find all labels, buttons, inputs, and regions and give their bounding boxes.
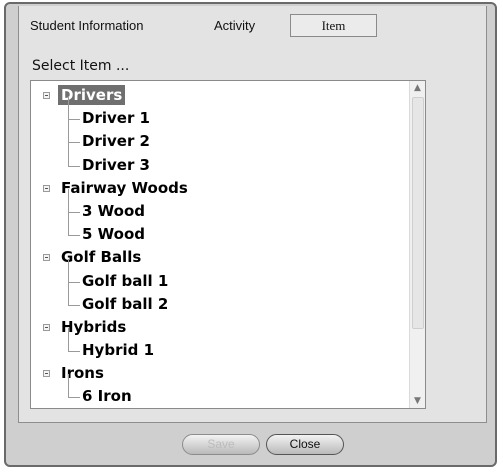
tree-item[interactable]: Golf ball 1 xyxy=(31,258,408,293)
tree-item-label: Driver 2 xyxy=(82,132,150,151)
tree-item-label: 3 Wood xyxy=(82,201,146,220)
tree-item[interactable]: Driver 3 xyxy=(31,142,408,177)
tree-category-label: Golf Balls xyxy=(61,248,142,267)
tree-branch-line xyxy=(68,304,80,306)
tree-item[interactable]: Driver 1 xyxy=(31,96,408,130)
collapse-icon[interactable] xyxy=(43,323,50,331)
close-button[interactable]: Close xyxy=(266,434,344,455)
tree-category-label: Fairway Woods xyxy=(61,178,188,197)
tree-item-label: 5 Wood xyxy=(82,225,146,244)
tree-category[interactable]: Golf Balls xyxy=(31,246,408,269)
tree-connector-line xyxy=(68,328,69,352)
scroll-down-icon[interactable]: ▼ xyxy=(410,394,425,408)
tab-activity[interactable]: Activity xyxy=(214,18,255,33)
collapse-icon[interactable] xyxy=(43,370,50,378)
tree-branch-line xyxy=(68,211,80,213)
collapse-icon[interactable] xyxy=(43,184,50,192)
tree-item[interactable]: Driver 2 xyxy=(31,119,408,153)
select-item-label: Select Item ... xyxy=(32,58,130,74)
tree-connector-line xyxy=(68,212,69,236)
tab-item[interactable]: Item xyxy=(290,14,377,37)
tree-scrollbar[interactable]: ▲ ▼ xyxy=(409,81,425,408)
tree-category[interactable]: Hybrids xyxy=(31,316,408,339)
tree-content: Drivers Driver 1 Driver 2 Driver 3 Fairway W… xyxy=(31,84,408,408)
tree-branch-line xyxy=(68,165,80,167)
scroll-up-icon[interactable]: ▲ xyxy=(410,81,425,95)
tree-item-label: Driver 3 xyxy=(82,155,150,174)
tree-item-label: 6 Iron xyxy=(82,387,132,406)
tree-category[interactable]: Fairway Woods xyxy=(31,177,408,200)
tree-connector-line xyxy=(68,119,69,143)
collapse-icon[interactable] xyxy=(43,254,50,262)
tree-branch-line xyxy=(68,351,80,353)
tree-connector-line xyxy=(68,96,69,120)
tree-item[interactable]: Golf ball 2 xyxy=(31,281,408,316)
tree-item-label: Golf ball 1 xyxy=(82,271,169,290)
collapse-icon[interactable] xyxy=(43,92,50,99)
tree-category-label: Hybrids xyxy=(61,317,127,336)
tree-connector-line xyxy=(68,374,69,398)
tree-category[interactable]: Drivers xyxy=(31,84,408,107)
tree-connector-line xyxy=(68,142,69,166)
tree-category[interactable]: Irons xyxy=(31,362,408,385)
scroll-thumb[interactable] xyxy=(412,97,424,329)
tree-item[interactable]: 5 Wood xyxy=(31,212,408,246)
item-tree[interactable]: Drivers Driver 1 Driver 2 Driver 3 Fairway W… xyxy=(30,80,426,409)
tree-branch-line xyxy=(68,397,80,399)
tree-branch-line xyxy=(68,119,80,121)
tree-item[interactable]: 3 Wood xyxy=(31,188,408,223)
tree-item-label: Golf ball 2 xyxy=(82,294,169,313)
tree-item-label: Hybrid 1 xyxy=(82,341,155,360)
tab-student-information[interactable]: Student Information xyxy=(30,18,143,33)
tree-branch-line xyxy=(68,235,80,237)
tree-connector-line xyxy=(68,188,69,212)
tree-item[interactable]: Hybrid 1 xyxy=(31,328,408,362)
tree-item[interactable]: 6 Iron xyxy=(31,374,408,408)
tree-item-label: Driver 1 xyxy=(82,109,150,128)
tree-connector-line xyxy=(68,258,69,282)
item-selection-window: Student Information Activity Item Select… xyxy=(4,2,497,467)
tree-branch-line xyxy=(68,281,80,283)
tree-branch-line xyxy=(68,142,80,144)
tree-connector-line xyxy=(68,281,69,305)
save-button[interactable]: Save xyxy=(182,434,260,455)
